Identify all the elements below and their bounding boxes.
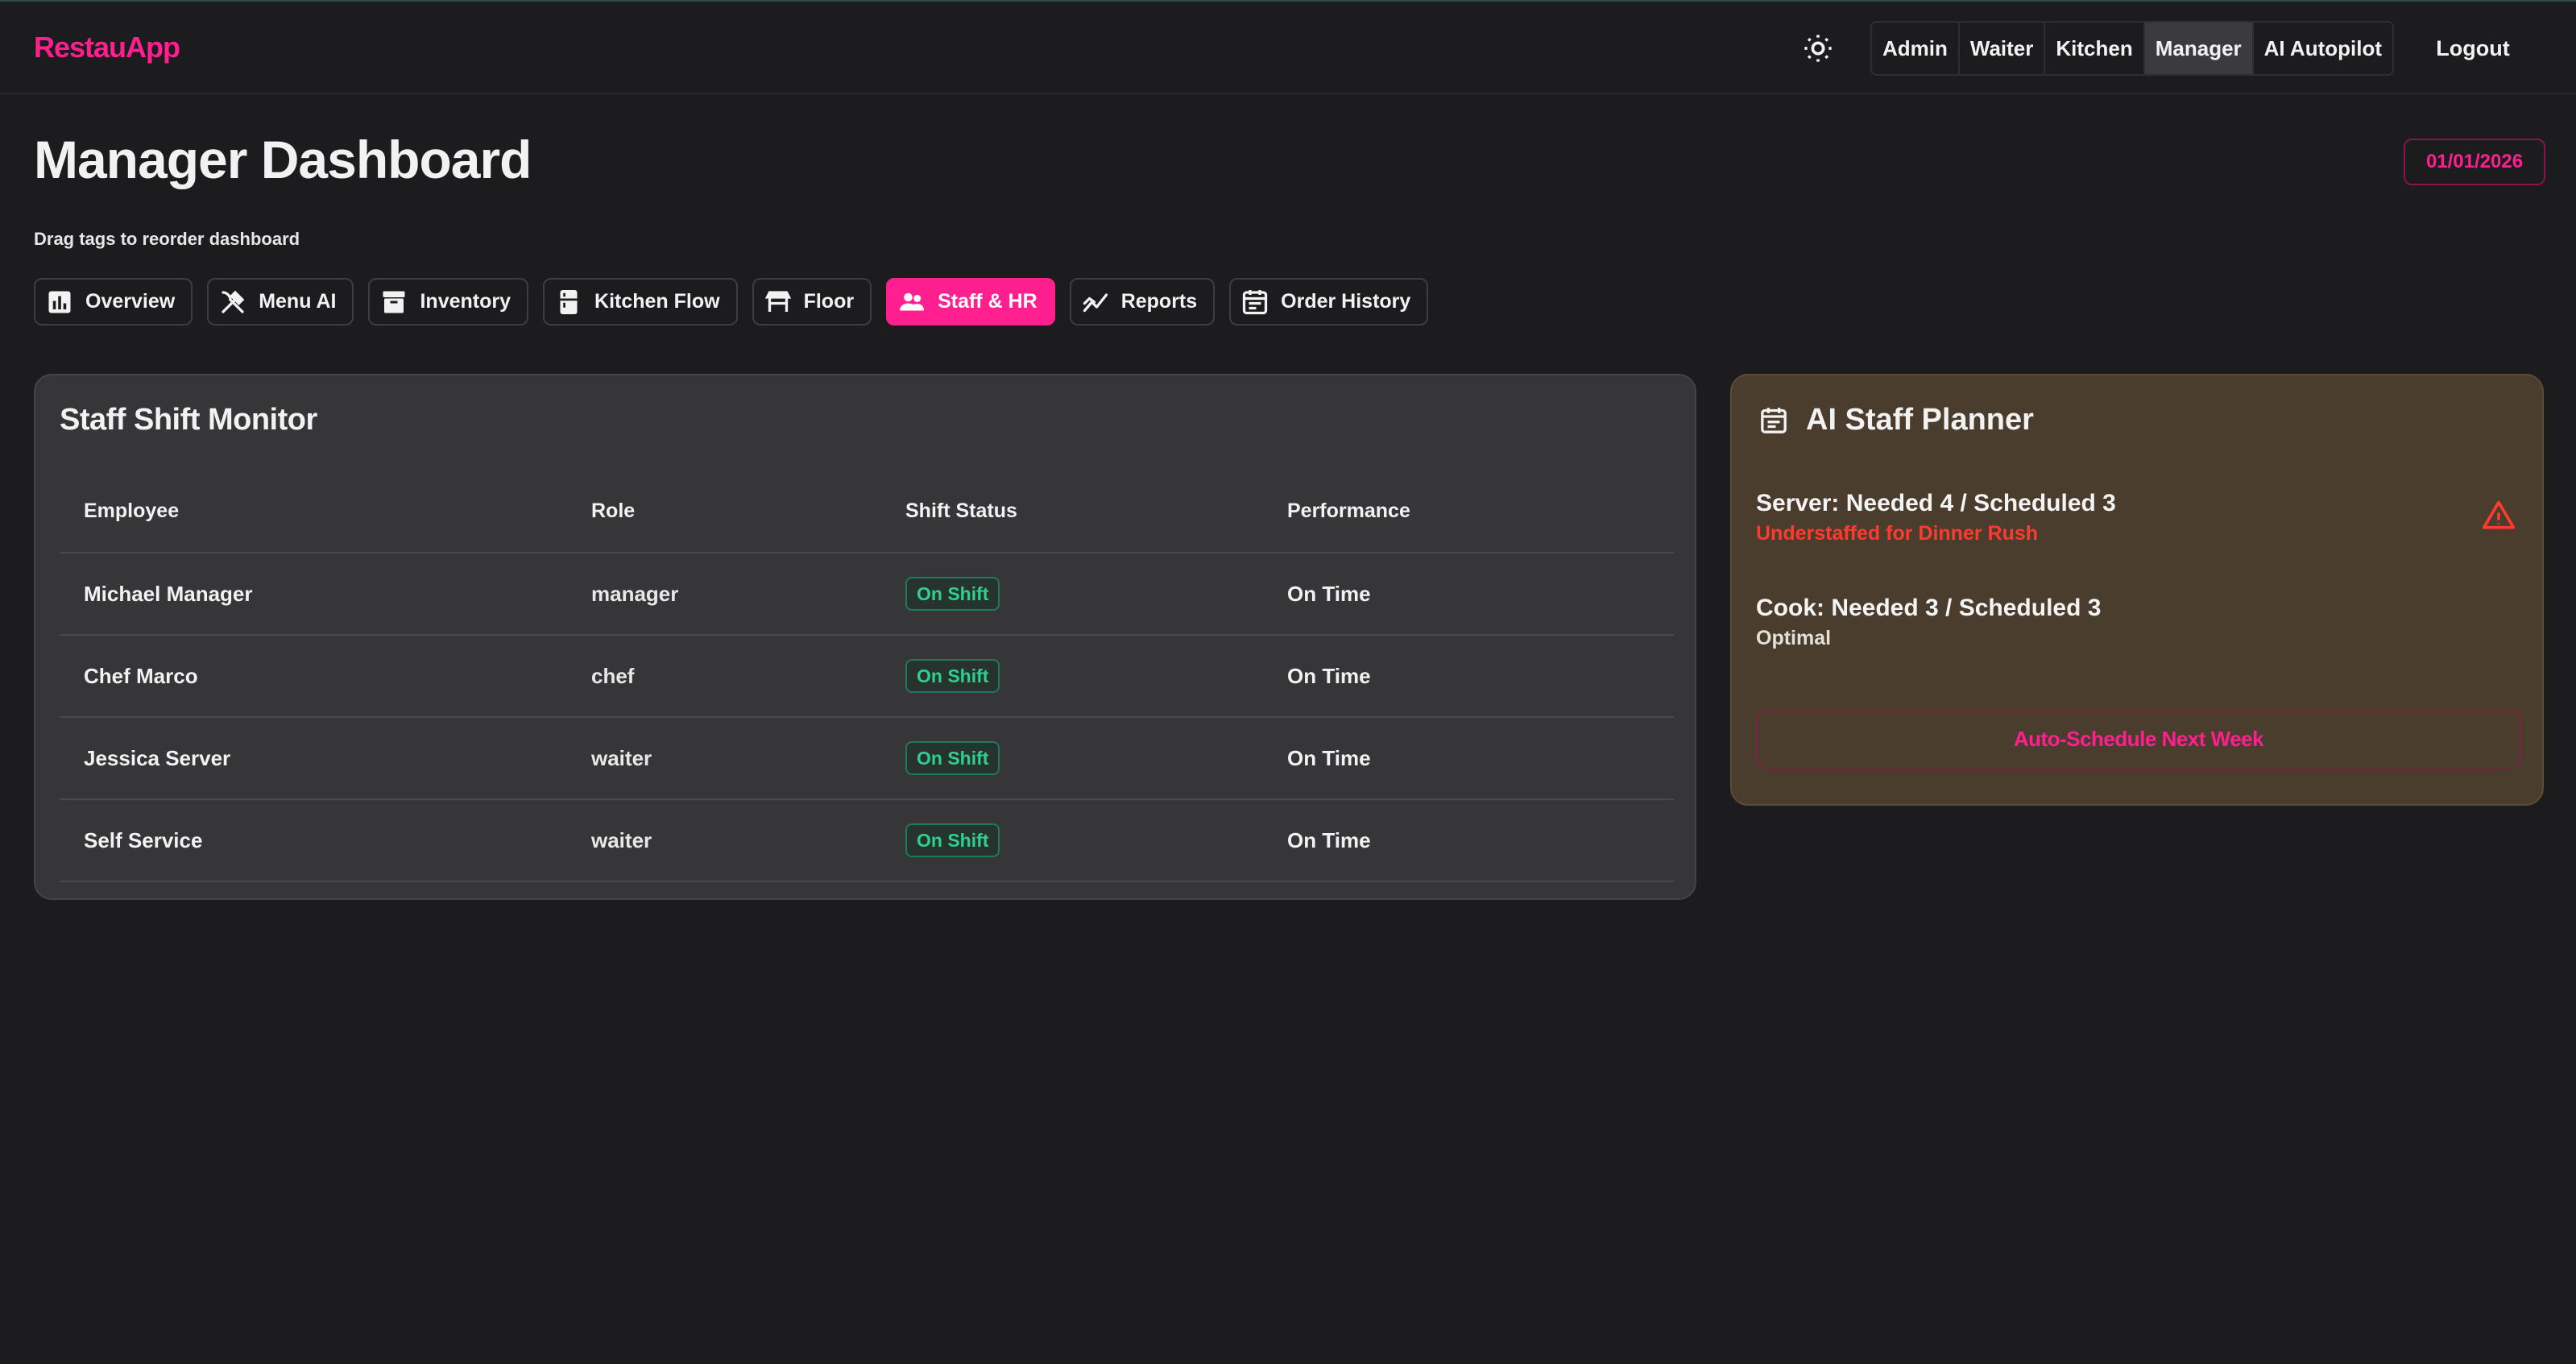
column-header: Role	[567, 471, 881, 553]
top-navbar: RestauApp Admin Waiter Kitchen Manager A…	[0, 2, 2576, 94]
plan-item-server: Server: Needed 4 / Scheduled 3 Understaf…	[1756, 490, 2116, 545]
auto-schedule-button[interactable]: Auto-Schedule Next Week	[1756, 709, 2521, 769]
table-icon	[764, 290, 791, 312]
planner-header: AI Staff Planner	[1758, 403, 2034, 437]
card-title: Staff Shift Monitor	[60, 403, 317, 437]
table-row[interactable]: Michael Manager manager On Shift On Time	[60, 553, 1674, 636]
warning-triangle-icon	[2482, 500, 2516, 529]
status-badge: On Shift	[905, 823, 1000, 857]
tab-label: Inventory	[420, 290, 511, 313]
employee-role: chef	[567, 635, 881, 718]
tab-label: Overview	[85, 290, 176, 313]
employee-role: manager	[567, 553, 881, 636]
staffing-state: Understaffed for Dinner Rush	[1756, 522, 2039, 545]
column-header: Shift Status	[881, 471, 1263, 553]
tab-order-history[interactable]: Order History	[1229, 278, 1429, 325]
table-row[interactable]: Self Service waiter On Shift On Time	[60, 799, 1674, 882]
role-waiter[interactable]: Waiter	[1960, 23, 2046, 74]
performance: On Time	[1263, 635, 1674, 718]
table-row[interactable]: Jessica Server waiter On Shift On Time	[60, 717, 1674, 800]
tab-label: Floor	[803, 290, 855, 313]
role-manager[interactable]: Manager	[2144, 23, 2254, 74]
tab-staff-hr[interactable]: Staff & HR	[886, 278, 1055, 325]
role-admin[interactable]: Admin	[1872, 23, 1960, 74]
role-ai-autopilot[interactable]: AI Autopilot	[2254, 23, 2392, 74]
tab-label: Menu AI	[259, 290, 337, 313]
logout-button[interactable]: Logout	[2417, 21, 2529, 76]
bar-chart-icon	[48, 291, 71, 313]
employee-name: Jessica Server	[60, 717, 567, 800]
calendar-list-icon	[1243, 289, 1268, 314]
column-header: Employee	[60, 471, 567, 553]
staff-table: Employee Role Shift Status Performance M…	[60, 471, 1674, 882]
page-title: Manager Dashboard	[34, 130, 532, 189]
status-badge: On Shift	[905, 577, 1000, 611]
employee-name: Self Service	[60, 799, 567, 882]
kitchen-icon	[560, 289, 578, 314]
employee-name: Michael Manager	[60, 553, 567, 636]
column-header: Performance	[1263, 471, 1674, 553]
plan-item-cook: Cook: Needed 3 / Scheduled 3 Optimal	[1756, 595, 2101, 650]
theme-toggle-button[interactable]	[1799, 30, 1837, 67]
brand-logo[interactable]: RestauApp	[34, 31, 180, 64]
shift-status-cell: On Shift	[881, 799, 1263, 882]
staffing-state: Optimal	[1756, 627, 1832, 649]
performance: On Time	[1263, 717, 1674, 800]
archive-box-icon	[383, 291, 405, 313]
tab-menu-ai[interactable]: Menu AI	[207, 278, 354, 325]
tab-overview[interactable]: Overview	[34, 278, 193, 325]
tab-inventory[interactable]: Inventory	[368, 278, 529, 325]
people-icon	[900, 292, 925, 310]
table-row[interactable]: Chef Marco chef On Shift On Time	[60, 635, 1674, 718]
sun-icon	[1804, 35, 1832, 62]
shift-status-cell: On Shift	[881, 635, 1263, 718]
date-badge: 01/01/2026	[2404, 139, 2545, 185]
dashboard-tabs: Overview Menu AI Inventory Kitchen Flow …	[34, 278, 1429, 325]
employee-name: Chef Marco	[60, 635, 567, 718]
table-header-row: Employee Role Shift Status Performance	[60, 471, 1674, 553]
tab-label: Staff & HR	[938, 290, 1037, 313]
staffing-need: Cook: Needed 3 / Scheduled 3	[1756, 595, 2102, 621]
tab-label: Reports	[1120, 290, 1198, 313]
tab-reports[interactable]: Reports	[1069, 278, 1216, 325]
shift-status-cell: On Shift	[881, 717, 1263, 800]
planner-title: AI Staff Planner	[1806, 403, 2034, 437]
performance: On Time	[1263, 799, 1674, 882]
role-switcher: Admin Waiter Kitchen Manager AI Autopilo…	[1870, 21, 2394, 76]
trend-chart-icon	[1083, 292, 1108, 312]
status-badge: On Shift	[905, 659, 1000, 693]
tab-label: Order History	[1281, 290, 1411, 313]
calendar-icon	[1761, 407, 1787, 433]
employee-role: waiter	[567, 799, 881, 882]
drag-hint: Drag tags to reorder dashboard	[34, 229, 300, 249]
tab-label: Kitchen Flow	[594, 290, 720, 313]
tab-floor[interactable]: Floor	[752, 278, 872, 325]
role-kitchen[interactable]: Kitchen	[2045, 23, 2145, 74]
staff-shift-monitor-card: Staff Shift Monitor Employee Role Shift …	[34, 374, 1696, 900]
employee-role: waiter	[567, 717, 881, 800]
shift-status-cell: On Shift	[881, 553, 1263, 636]
staffing-need: Server: Needed 4 / Scheduled 3	[1756, 490, 2116, 516]
status-badge: On Shift	[905, 741, 1000, 775]
tab-kitchen-flow[interactable]: Kitchen Flow	[543, 278, 738, 325]
ai-staff-planner-card: AI Staff Planner Server: Needed 4 / Sche…	[1730, 374, 2544, 806]
performance: On Time	[1263, 553, 1674, 636]
utensils-icon	[222, 290, 245, 313]
